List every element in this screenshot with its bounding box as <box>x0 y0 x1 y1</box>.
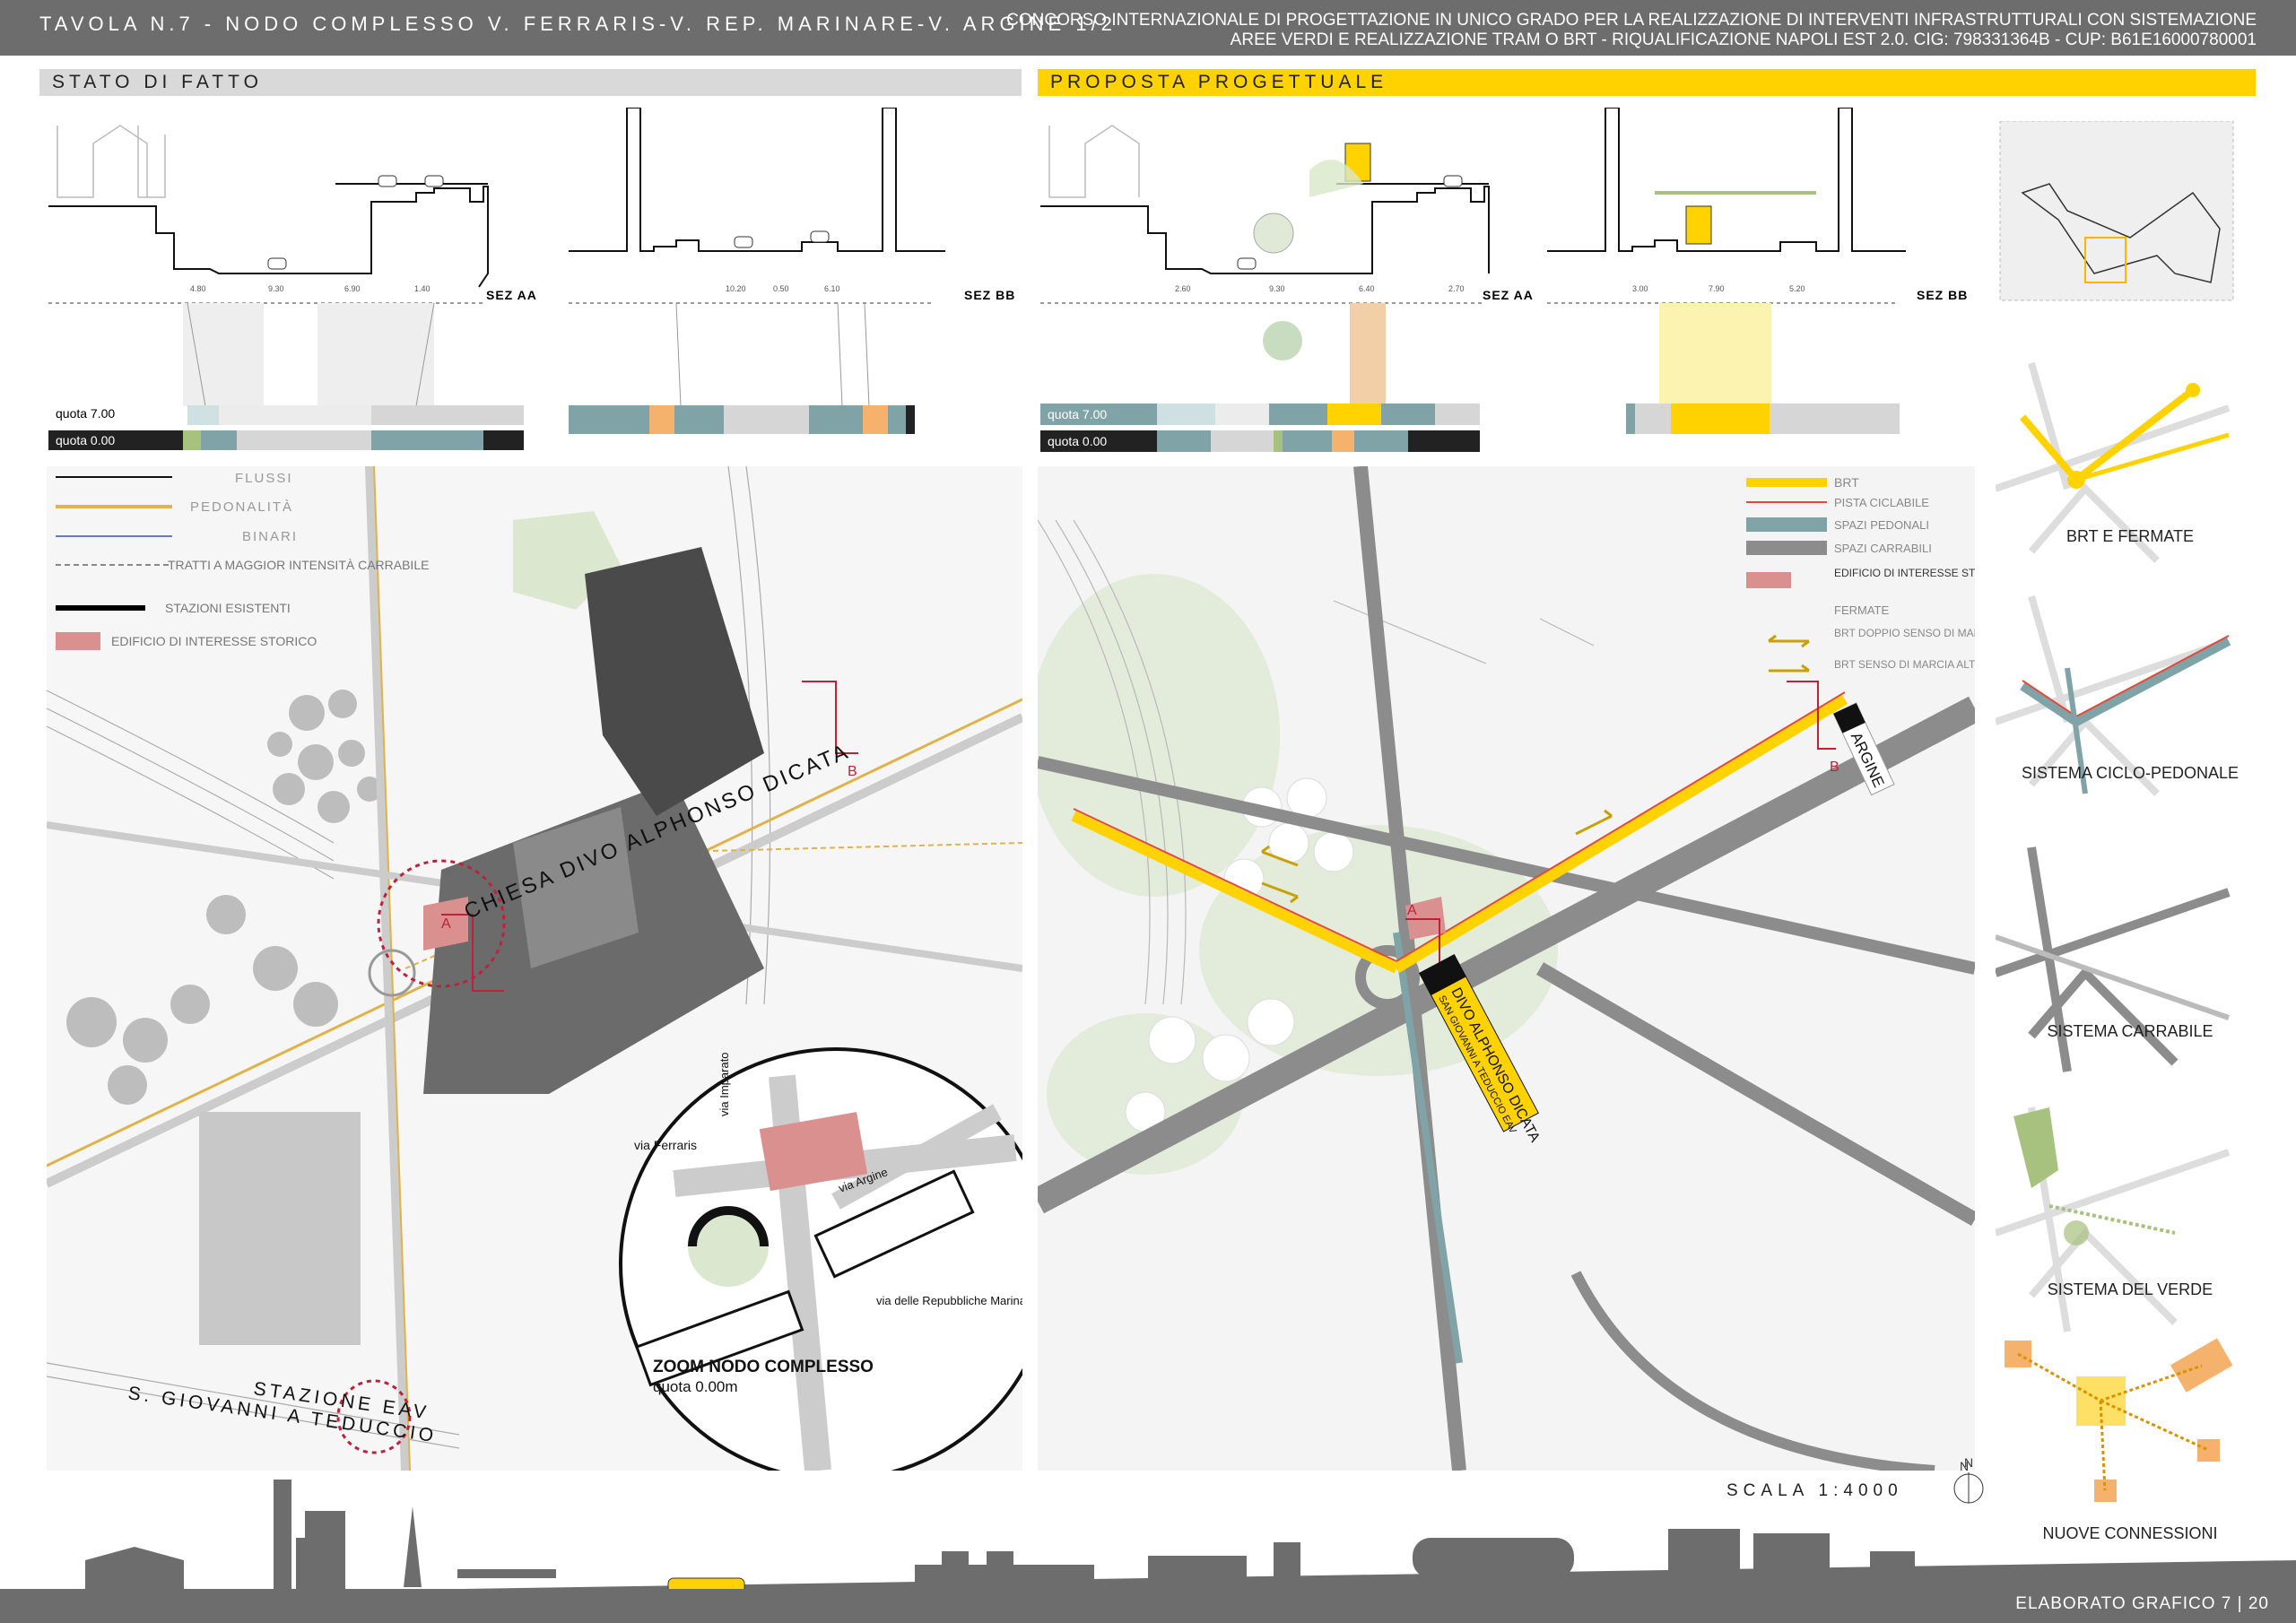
dim-label: 9.30 <box>268 284 284 293</box>
sidebar-diagrams <box>1996 121 2234 1502</box>
legend-binari: BINARI <box>242 529 298 544</box>
sidebar-label-verde: SISTEMA DEL VERDE <box>2047 1280 2213 1298</box>
quota-7-label: quota 7.00 <box>1048 407 1107 421</box>
quota-bars-existing: quota 7.00 quota 0.00 <box>48 405 915 450</box>
marker-b-label: B <box>848 764 857 779</box>
dim-label: 2.70 <box>1448 284 1465 293</box>
via-ferraris-label: via Ferraris <box>634 1138 697 1152</box>
dim-label: 4.80 <box>190 284 206 293</box>
stato-sections-svg: 4.80 9.30 6.90 1.40 SEZ AA 10.20 0.50 6.… <box>48 108 1015 450</box>
zoom-quota: quota 0.00m <box>653 1378 738 1395</box>
legend-flussi: FLUSSI <box>235 471 293 486</box>
quota-bars-proposal: quota 7.00 quota 0.00 <box>1040 404 1900 452</box>
competition-title-line2: AREE VERDI E REALIZZAZIONE TRAM O BRT - … <box>1230 30 2257 49</box>
zoom-title: ZOOM NODO COMPLESSO <box>653 1358 874 1376</box>
legend-stazioni: STAZIONI ESISTENTI <box>165 601 291 615</box>
locator-map <box>1999 121 2234 301</box>
sez-bb-label: SEZ BB <box>964 288 1015 302</box>
sez-bb-existing: 10.20 0.50 6.10 SEZ BB <box>569 108 1015 407</box>
industrial-area <box>199 1112 361 1345</box>
proposta-progettuale-bar: PROPOSTA PROGETTUALE <box>1038 69 2256 96</box>
sez-aa-proposal: 2.60 9.30 6.40 2.70 SEZ AA <box>1040 125 1534 406</box>
marker-a-label: A <box>441 916 451 932</box>
via-repubbliche-label: via delle Repubbliche Marinare <box>876 1294 1022 1307</box>
marker-b-label: B <box>1830 759 1839 775</box>
dim-label: 1.40 <box>414 284 430 293</box>
legend-tratti: TRATTI A MAGGIOR INTENSITÀ CARRABILE <box>168 558 429 572</box>
sidebar-label-carrabile: SISTEMA CARRABILE <box>2047 1022 2213 1040</box>
legend-fermate: FERMATE <box>1834 603 1889 617</box>
sidebar-label-ciclo: SISTEMA CICLO-PEDONALE <box>2021 764 2239 782</box>
sez-aa-label: SEZ AA <box>1483 288 1534 302</box>
quota-0-label: quota 0.00 <box>56 433 115 447</box>
legend-brt: BRT <box>1834 475 1859 490</box>
dim-label: 6.90 <box>344 284 361 293</box>
dim-label: 6.10 <box>824 284 840 293</box>
footer-bar <box>0 1589 2296 1623</box>
legend-pedonali: SPAZI PEDONALI <box>1834 518 1929 532</box>
dim-label: 5.20 <box>1789 284 1805 293</box>
legend-edificio: EDIFICIO DI INTERESSE STORICO <box>111 634 317 648</box>
legend-edificio: EDIFICIO DI INTERESSE STORICO <box>1834 567 1975 579</box>
marker-a-label: A <box>1407 903 1417 918</box>
legend-carrabili: SPAZI CARRABILI <box>1834 542 1932 555</box>
dim-label: 9.30 <box>1269 284 1285 293</box>
competition-title-line1: CONCORSO INTERNAZIONALE DI PROGETTAZIONE… <box>1006 11 2257 30</box>
quota-7-label: quota 7.00 <box>56 406 115 421</box>
footer-label: ELABORATO GRAFICO 7 | 20 <box>2015 1594 2269 1613</box>
via-imparato-label: via Imparato <box>718 1052 731 1116</box>
legend-doppio: BRT DOPPIO SENSO DI MARCIA <box>1834 627 1975 639</box>
stato-di-fatto-bar: STATO DI FATTO <box>39 69 1022 96</box>
proposta-sections-svg: 2.60 9.30 6.40 2.70 SEZ AA 3.00 7.90 5.2… <box>1040 108 1968 452</box>
proposal-map: A B ARGINE DIVO ALPHONSO DICATA SAN GIOV… <box>1038 466 1975 1471</box>
sidebar-label-brt: BRT E FERMATE <box>2066 527 2195 545</box>
legend-pista: PISTA CICLABILE <box>1834 496 1929 509</box>
sez-aa-label: SEZ AA <box>486 288 537 302</box>
legend-pedonalita: PEDONALITÀ <box>190 499 293 515</box>
existing-state-map: A B CHIESA DIVO ALPHONSO DICATA STAZIONE… <box>47 466 1022 1471</box>
dim-label: 0.50 <box>773 284 789 293</box>
competition-title: CONCORSO INTERNAZIONALE DI PROGETTAZIONE… <box>1006 11 2257 50</box>
sheet-title: TAVOLA N.7 - NODO COMPLESSO V. FERRARIS-… <box>39 13 1117 35</box>
dim-label: 6.40 <box>1359 284 1375 293</box>
sez-bb-label: SEZ BB <box>1917 288 1968 302</box>
dim-label: 7.90 <box>1709 284 1725 293</box>
sez-bb-proposal: 3.00 7.90 5.20 SEZ BB <box>1547 108 1968 406</box>
legend-alternato: BRT SENSO DI MARCIA ALTERNATO <box>1834 658 1975 671</box>
sez-aa-existing: 4.80 9.30 6.90 1.40 SEZ AA <box>48 125 537 407</box>
dim-label: 10.20 <box>726 284 746 293</box>
quota-0-label: quota 0.00 <box>1048 434 1107 448</box>
dim-label: 3.00 <box>1632 284 1648 293</box>
dim-label: 2.60 <box>1175 284 1191 293</box>
north-compass-label: N <box>1964 1455 1973 1470</box>
